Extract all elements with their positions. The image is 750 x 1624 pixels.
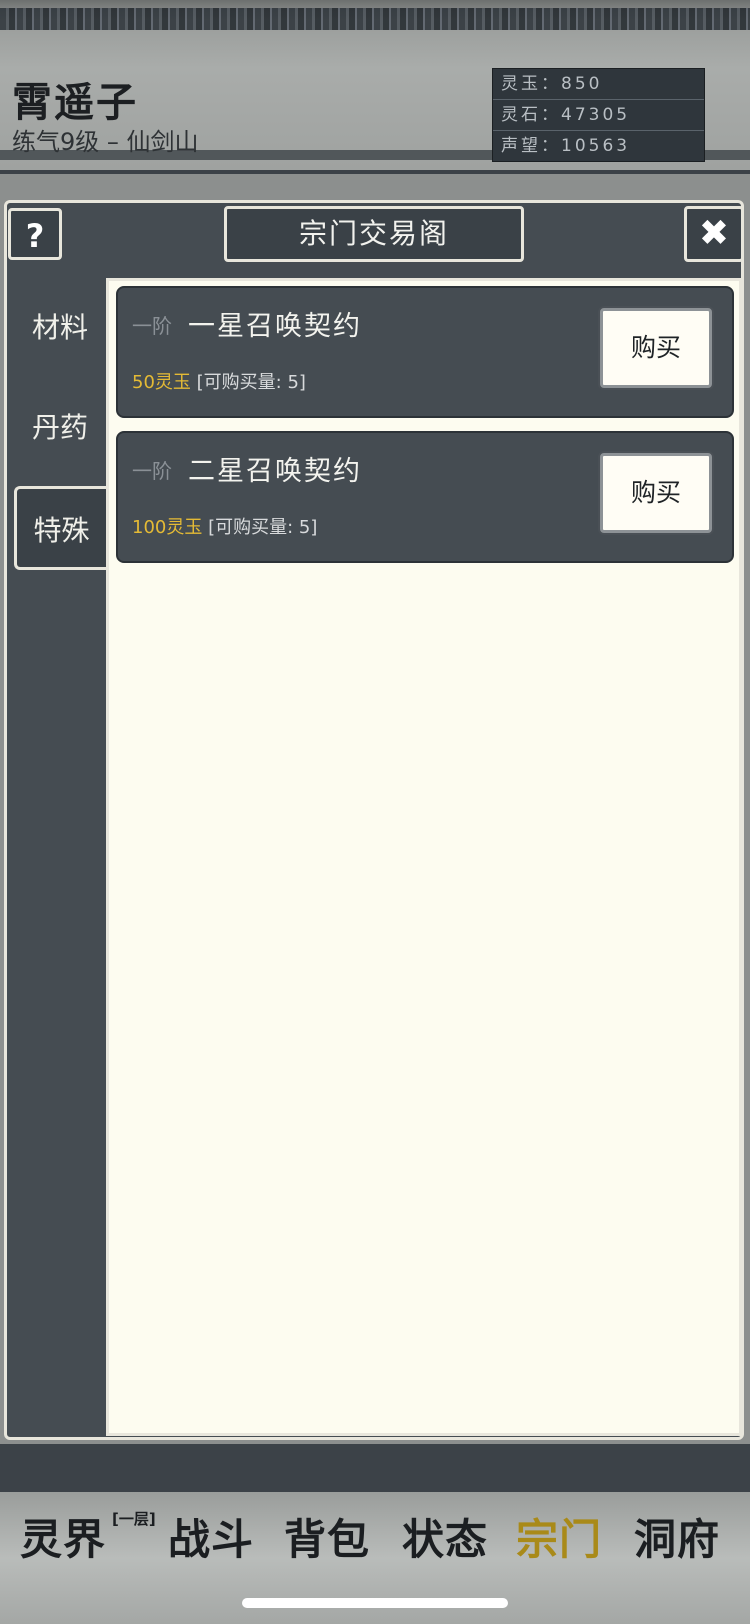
home-indicator[interactable]	[242, 1598, 508, 1608]
panel-footer	[0, 1444, 750, 1492]
shop-item: 一阶 一星召唤契约 50灵玉 [可购买量: 5] 购买	[116, 286, 734, 418]
tab-pills[interactable]: 丹药	[14, 386, 106, 470]
tab-special[interactable]: 特殊	[14, 486, 106, 570]
nav-cave[interactable]: 洞府	[634, 1506, 720, 1567]
item-name: 一星召唤契约	[188, 311, 362, 342]
character-name: 霄遥子	[12, 80, 138, 126]
nav-backpack[interactable]: 背包	[284, 1506, 370, 1567]
tab-materials[interactable]: 材料	[14, 286, 106, 370]
close-button[interactable]: ✖	[684, 206, 744, 262]
nav-battle[interactable]: 战斗	[168, 1506, 254, 1567]
nav-status[interactable]: 状态	[402, 1506, 488, 1567]
item-price: 100灵玉 [可购买量: 5]	[132, 517, 318, 538]
item-name: 二星召唤契约	[188, 456, 362, 487]
stat-shengwang: 声望：10563	[501, 136, 631, 156]
shop-item: 一阶 二星召唤契约 100灵玉 [可购买量: 5] 购买	[116, 431, 734, 563]
realm-level-badge: [一层]	[112, 1510, 156, 1528]
item-purchase-limit: [可购买量: 5]	[196, 372, 306, 393]
help-button[interactable]: ?	[8, 208, 62, 260]
stat-lingyu: 灵玉：850	[493, 69, 704, 100]
item-rank: 一阶	[132, 314, 172, 338]
nav-sect[interactable]: 宗门	[516, 1506, 602, 1567]
stat-lingshi: 灵石：47305	[493, 100, 704, 131]
character-realm: 练气9级 – 仙剑山	[12, 128, 199, 156]
nav-lingjie[interactable]: 灵界	[20, 1506, 106, 1567]
currency-panel: 灵玉：850 灵石：47305 声望：10563	[492, 68, 705, 162]
ink-decoration	[0, 8, 750, 30]
item-purchase-limit: [可购买量: 5]	[208, 517, 318, 538]
item-price: 50灵玉 [可购买量: 5]	[132, 372, 306, 393]
buy-button[interactable]: 购买	[600, 308, 712, 388]
item-rank: 一阶	[132, 459, 172, 483]
panel-title: 宗门交易阁	[224, 206, 524, 262]
buy-button[interactable]: 购买	[600, 453, 712, 533]
